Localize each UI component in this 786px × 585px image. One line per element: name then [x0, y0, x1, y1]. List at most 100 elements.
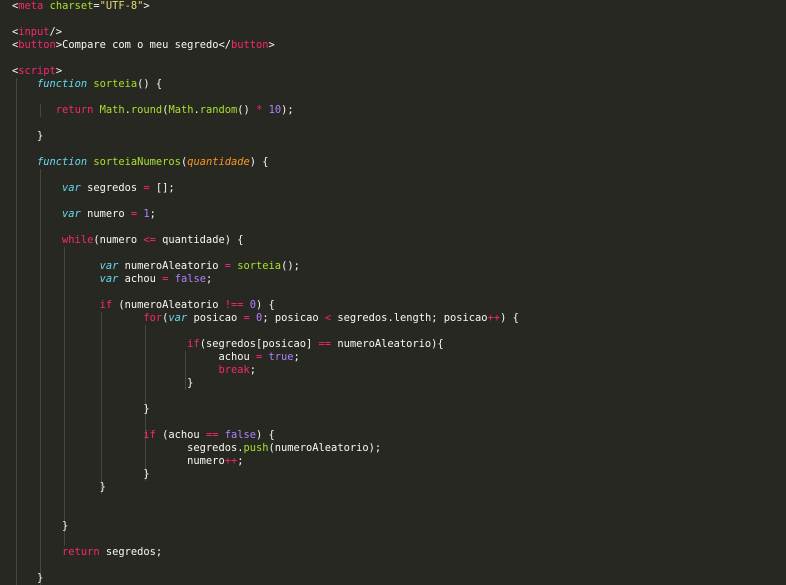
code-token: ) {	[500, 312, 519, 324]
code-token: }	[12, 403, 150, 415]
code-token: }	[12, 481, 106, 493]
code-token: quantidade	[187, 156, 250, 168]
code-token: sorteia	[93, 78, 138, 90]
code-token: ) {	[249, 156, 269, 168]
code-line: var achou = false;	[12, 273, 213, 286]
code-token: ;	[237, 455, 244, 467]
code-line: <script>	[12, 65, 62, 78]
code-token: while	[62, 234, 94, 246]
code-token: posicao	[187, 312, 244, 324]
code-token: );	[281, 104, 294, 116]
code-token: ) {	[256, 429, 275, 441]
code-token: ;	[293, 351, 300, 363]
code-token: ;	[205, 273, 213, 285]
code-token: for	[143, 312, 163, 324]
code-token: round	[130, 104, 163, 116]
code-line: for(var posicao = 0; posicao < segredos.…	[12, 312, 519, 325]
code-token: if	[99, 299, 113, 311]
code-token: () {	[137, 78, 163, 90]
code-token: "UTF-8"	[99, 0, 144, 12]
code-token: }	[12, 130, 44, 142]
code-token: ++	[224, 455, 238, 467]
code-token: ==	[318, 338, 332, 350]
code-token: ;	[249, 364, 256, 376]
code-token: Math	[99, 104, 125, 116]
code-line: }	[12, 572, 43, 585]
code-line: }	[12, 403, 150, 416]
code-line: <input/>	[12, 26, 62, 39]
code-token: if	[143, 429, 156, 441]
code-token: ;	[149, 208, 156, 220]
code-token: }	[12, 572, 44, 584]
code-token: 10	[268, 104, 282, 116]
code-line: segredos.push(numeroAleatorio);	[12, 442, 381, 455]
code-token: (numeroAleatorio);	[268, 442, 382, 454]
code-token: script	[18, 65, 56, 77]
code-line: function sorteiaNumeros(quantidade) {	[12, 156, 269, 169]
code-token: segredos.length; posicao	[331, 312, 488, 324]
code-token: ();	[281, 260, 300, 272]
code-token: var	[99, 260, 119, 272]
code-line: <meta charset="UTF-8">	[12, 0, 150, 13]
code-token: segredos	[80, 182, 144, 194]
code-token: false	[224, 429, 256, 441]
code-token: meta	[18, 0, 44, 12]
code-token: false	[174, 273, 206, 285]
code-token: ; posicao	[262, 312, 325, 324]
indent-guide	[64, 247, 65, 546]
code-line: var numeroAleatorio = sorteia();	[12, 260, 300, 273]
code-token: numero	[12, 455, 225, 467]
code-editor[interactable]: <meta charset="UTF-8"> <input/> <button>Co…	[0, 0, 786, 585]
code-line: var numero = 1;	[12, 208, 156, 221]
code-token: push	[243, 442, 269, 454]
code-token: >	[268, 39, 275, 51]
code-token: numeroAleatorio){	[331, 338, 444, 350]
code-line: if(segredos[posicao] == numeroAleatorio)…	[12, 338, 444, 351]
code-token: [];	[149, 182, 175, 194]
code-token: input	[18, 26, 50, 38]
code-token: ()	[237, 104, 257, 116]
code-token: Math	[168, 104, 194, 116]
code-token: function	[37, 156, 88, 168]
code-token: !==	[224, 299, 244, 311]
code-token: >	[143, 0, 150, 12]
code-token: />	[49, 26, 63, 38]
code-token: if	[187, 338, 200, 350]
indent-guide	[16, 78, 17, 585]
code-token: return	[55, 104, 94, 116]
code-line: achou = true;	[12, 351, 300, 364]
code-token: (numero	[93, 234, 144, 246]
code-token: segredos;	[99, 546, 163, 558]
code-token: var	[168, 312, 188, 324]
code-line: if (numeroAleatorio !== 0) {	[12, 299, 275, 312]
code-token: (numeroAleatorio	[112, 299, 225, 311]
code-token: segredos.	[12, 442, 244, 454]
code-line: }	[12, 481, 106, 494]
code-line: break;	[12, 364, 256, 377]
code-token: charset	[49, 0, 94, 12]
code-token: (achou	[155, 429, 206, 441]
code-line: }	[12, 377, 193, 390]
code-token: quantidade) {	[155, 234, 244, 246]
code-line: function sorteia() {	[12, 78, 162, 91]
code-line: }	[12, 468, 150, 481]
code-line: numero++;	[12, 455, 243, 468]
code-token: ++	[487, 312, 501, 324]
code-token: achou	[12, 351, 256, 363]
code-token: }	[12, 468, 150, 480]
code-line: while(numero <= quantidade) {	[12, 234, 243, 247]
code-token: button	[18, 39, 56, 51]
